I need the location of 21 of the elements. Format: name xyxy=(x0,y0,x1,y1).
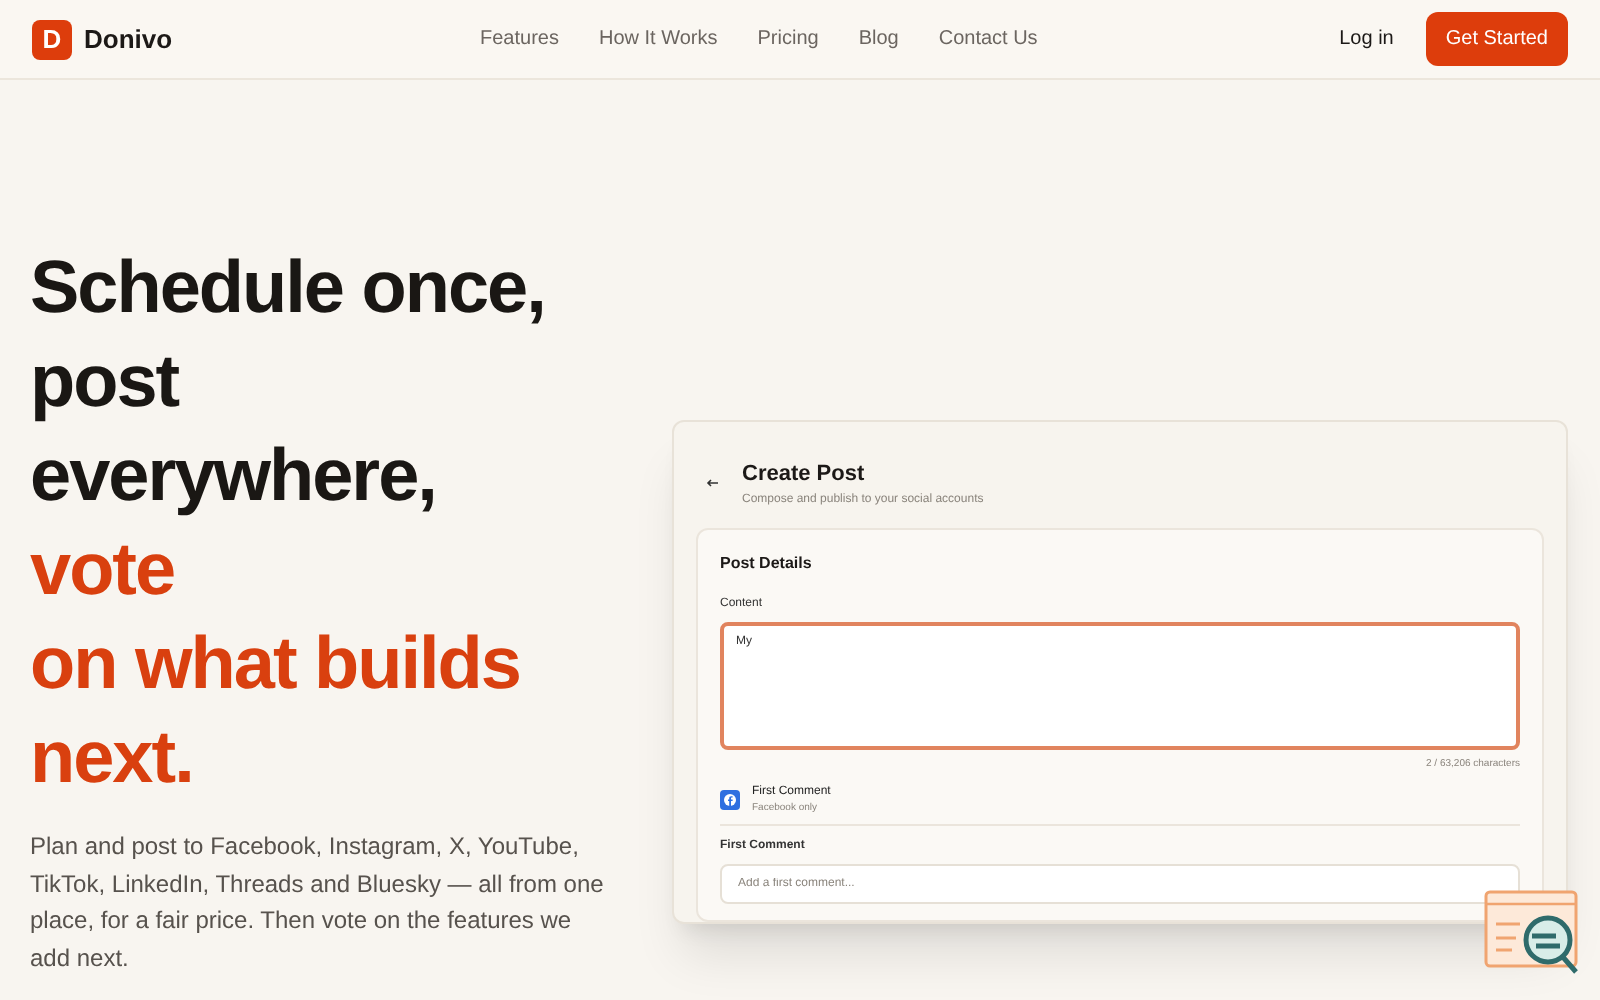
headline-line: next. xyxy=(30,714,195,802)
hero-description: Plan and post to Facebook, Instagram, X, YouTube, TikTok, LinkedIn, Threads and Bluesky — all from one place, for a fair price. Then vote on the features we add next. xyxy=(30,830,606,975)
headline-line: vote xyxy=(30,526,177,614)
nav-link[interactable]: How It Works xyxy=(598,24,718,54)
nav-link[interactable]: Pricing xyxy=(757,24,819,54)
nav-link[interactable]: Blog xyxy=(858,24,899,54)
headline-line: Schedule once, xyxy=(30,244,547,332)
headline-line: on what builds xyxy=(30,620,522,708)
chat-widget-icon[interactable] xyxy=(1484,890,1580,978)
headline-line: post xyxy=(30,338,182,426)
get-started-button[interactable]: Get Started xyxy=(1425,12,1568,66)
login-link[interactable]: Log in xyxy=(1339,24,1394,54)
logo-icon: D xyxy=(32,19,72,59)
brand-name: Donivo xyxy=(84,21,173,58)
back-arrow-icon[interactable] xyxy=(706,478,718,488)
page-title: Create Post xyxy=(742,460,867,490)
nav-link[interactable]: Contact Us xyxy=(938,24,1038,54)
nav-link[interactable]: Features xyxy=(480,24,559,54)
headline-line: everywhere, xyxy=(30,432,438,520)
facebook-icon xyxy=(720,790,740,810)
section-title: Post Details xyxy=(720,551,814,575)
